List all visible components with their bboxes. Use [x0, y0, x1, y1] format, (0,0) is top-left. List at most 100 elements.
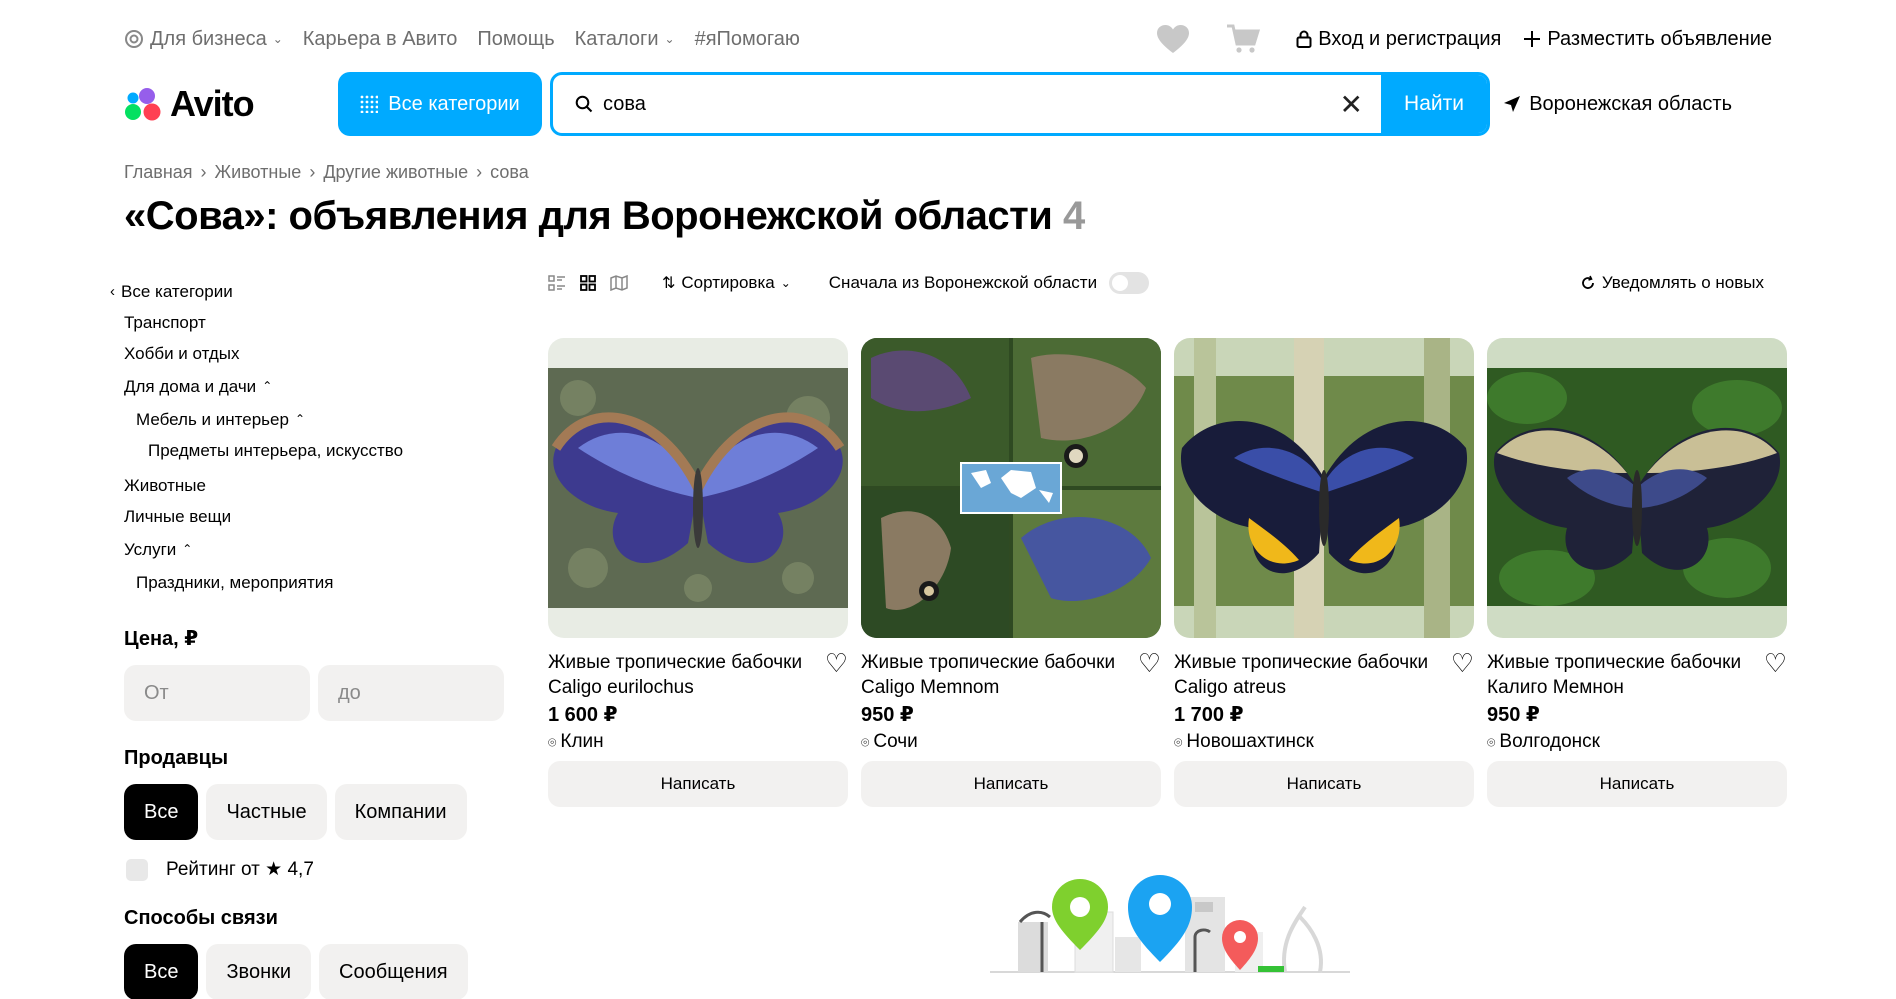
listing-location-label: Сочи [873, 731, 918, 752]
listings-grid: Живые тропические бабочки Caligo euriloc… [548, 338, 1787, 807]
listing-location: ⌾ Новошахтинск [1174, 731, 1474, 753]
listing-title[interactable]: Живые тропические бабочки Caligo atreus [1174, 650, 1443, 700]
search-icon [575, 95, 593, 113]
chevron-up-icon: ⌃ [294, 412, 305, 426]
favorite-heart-icon[interactable]: ♡ [825, 650, 848, 700]
clear-search-icon[interactable]: ✕ [1322, 88, 1381, 121]
sort-arrows-icon: ⇅ [662, 275, 676, 292]
location-arrow-icon [1504, 96, 1521, 112]
listing-title[interactable]: Живые тропические бабочки Caligo euriloc… [548, 650, 817, 700]
favorites-heart-icon[interactable] [1156, 24, 1190, 54]
top-link-catalogs[interactable]: Каталоги ⌄ [575, 28, 675, 51]
listing-image[interactable] [861, 338, 1161, 638]
category-label: Мебель и интерьер [136, 410, 289, 429]
breadcrumb-current: сова [490, 162, 529, 182]
region-selector[interactable]: Воронежская область [1503, 93, 1732, 116]
category-transport[interactable]: Транспорт [110, 307, 510, 338]
rating-filter[interactable]: Рейтинг от ★ 4,7 [126, 858, 510, 881]
post-ad-button[interactable]: Разместить объявление [1523, 28, 1772, 51]
map-view-icon[interactable] [610, 275, 628, 291]
sellers-heading: Продавцы [124, 747, 229, 769]
category-services[interactable]: Услуги ⌃ [110, 534, 510, 565]
notify-label: Уведомлять о новых [1601, 273, 1764, 292]
plus-icon [1524, 31, 1541, 47]
top-bar: Для бизнеса ⌄ Карьера в Авито Помощь Кат… [124, 22, 1772, 56]
listing-location: ⌾ Волгодонск [1487, 731, 1787, 753]
login-button[interactable]: Вход и регистрация [1296, 28, 1501, 51]
seller-chip-all[interactable]: Все [124, 784, 199, 840]
listing-card[interactable]: Живые тропические бабочки Caligo atreus … [1174, 338, 1474, 807]
seller-chip-private[interactable]: Частные [206, 784, 327, 840]
find-label: Найти [1404, 92, 1464, 115]
listing-location-label: Волгодонск [1499, 731, 1600, 752]
avito-logo[interactable]: Avito [124, 83, 314, 125]
category-label: Предметы интерьера, искусство [148, 441, 404, 460]
category-interior-items[interactable]: Предметы интерьера, искусство [110, 435, 510, 466]
notify-new-button[interactable]: Уведомлять о новых [1580, 273, 1764, 293]
rating-label: Рейтинг от ★ 4,7 [166, 859, 314, 880]
write-message-button[interactable]: Написать [861, 761, 1161, 807]
grid-view-icon[interactable] [580, 275, 596, 291]
sort-dropdown[interactable]: ⇅ Сортировка ⌄ [662, 273, 791, 293]
price-to-input[interactable]: до [318, 665, 504, 721]
listing-image[interactable] [1174, 338, 1474, 638]
write-message-button[interactable]: Написать [1174, 761, 1474, 807]
category-hobby[interactable]: Хобби и отдых [110, 338, 510, 369]
sellers-chips: Все Частные Компании [124, 784, 510, 840]
local-first-toggle[interactable] [1109, 272, 1150, 294]
listing-card[interactable]: Живые тропические бабочки Caligo euriloc… [548, 338, 848, 807]
listing-location-label: Клин [560, 731, 604, 752]
rating-checkbox[interactable] [126, 858, 148, 881]
top-links: Для бизнеса ⌄ Карьера в Авито Помощь Кат… [124, 28, 800, 51]
chevron-left-icon: ‹ [110, 283, 115, 300]
all-categories-button[interactable]: Все категории [338, 72, 542, 136]
breadcrumb-animals[interactable]: Животные [215, 162, 302, 183]
write-message-button[interactable]: Написать [1487, 761, 1787, 807]
listing-image[interactable] [1487, 338, 1787, 638]
business-icon [125, 30, 143, 48]
butterfly-blue-image [548, 338, 848, 638]
listing-title[interactable]: Живые тропические бабочки Caligo Memnom [861, 650, 1130, 700]
listing-price: 1 700 ₽ [1174, 704, 1244, 726]
price-range: От до [124, 665, 510, 721]
list-view-icon[interactable] [548, 275, 566, 291]
category-label: Для дома и дачи [124, 377, 257, 396]
search-input-wrap [553, 75, 1322, 133]
contact-chip-all[interactable]: Все [124, 944, 199, 999]
favorite-heart-icon[interactable]: ♡ [1138, 650, 1161, 700]
find-button[interactable]: Найти [1381, 75, 1487, 133]
category-back-all[interactable]: ‹ Все категории [110, 276, 510, 307]
price-from-input[interactable]: От [124, 665, 310, 721]
top-link-label: Карьера в Авито [302, 27, 458, 50]
seller-chip-companies[interactable]: Компании [334, 784, 467, 840]
listing-card[interactable]: Живые тропические бабочки Калиго Мемнон … [1487, 338, 1787, 807]
listing-image[interactable] [548, 338, 848, 638]
category-events[interactable]: Праздники, мероприятия [110, 567, 510, 598]
breadcrumb-other-animals[interactable]: Другие животные [323, 162, 468, 183]
category-furniture[interactable]: Мебель и интерьер ⌃ [110, 404, 510, 435]
listing-title[interactable]: Живые тропические бабочки Калиго Мемнон [1487, 650, 1756, 700]
category-animals[interactable]: Животные [110, 470, 510, 501]
breadcrumb-home[interactable]: Главная [124, 162, 193, 183]
contact-chip-messages[interactable]: Сообщения [319, 944, 468, 999]
favorite-heart-icon[interactable]: ♡ [1451, 650, 1474, 700]
search-input[interactable] [603, 92, 1310, 116]
breadcrumb-separator: › [309, 162, 316, 182]
price-heading: Цена, ₽ [124, 628, 199, 650]
contact-chip-calls[interactable]: Звонки [206, 944, 312, 999]
top-link-career[interactable]: Карьера в Авито [303, 28, 458, 51]
avito-dots-icon [125, 88, 161, 121]
listing-location: ⌾ Клин [548, 731, 848, 753]
listing-card[interactable]: Живые тропические бабочки Caligo Memnom … [861, 338, 1161, 807]
category-personal[interactable]: Личные вещи [110, 501, 510, 532]
cart-icon[interactable] [1226, 24, 1261, 54]
all-categories-label: Все категории [388, 92, 520, 115]
category-home[interactable]: Для дома и дачи ⌃ [110, 371, 510, 402]
favorite-heart-icon[interactable]: ♡ [1764, 650, 1787, 700]
login-label: Вход и регистрация [1318, 27, 1502, 50]
top-link-business[interactable]: Для бизнеса ⌄ [124, 28, 283, 51]
top-link-ihelp[interactable]: #яПомогаю [695, 28, 800, 51]
top-link-help[interactable]: Помощь [477, 28, 554, 51]
write-message-button[interactable]: Написать [548, 761, 848, 807]
chevron-down-icon: ⌄ [780, 276, 791, 290]
